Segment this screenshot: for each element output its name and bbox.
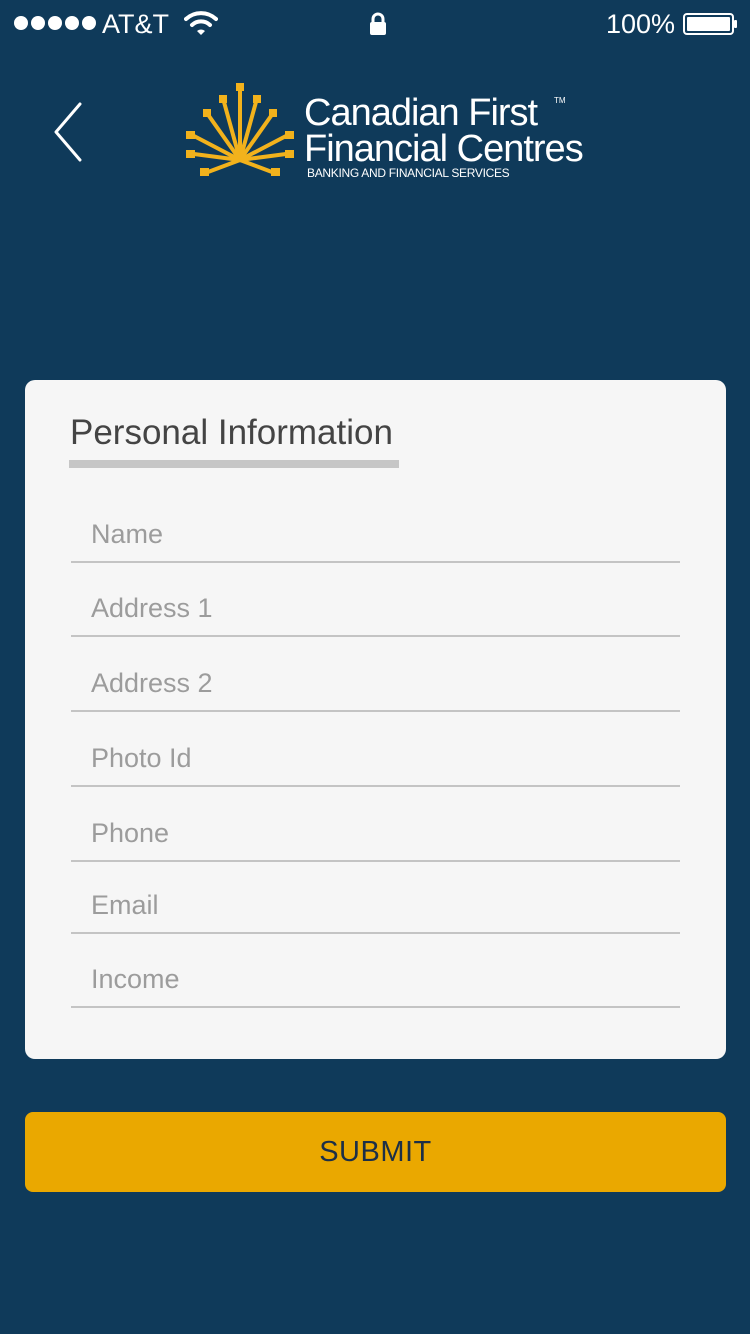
photo-id-field[interactable]: Photo Id	[71, 725, 680, 787]
address-1-placeholder: Address 1	[91, 593, 213, 623]
phone-field[interactable]: Phone	[71, 800, 680, 862]
lock-icon	[370, 12, 386, 35]
address-1-field[interactable]: Address 1	[71, 575, 680, 637]
email-field[interactable]: Email	[71, 872, 680, 934]
address-2-placeholder: Address 2	[91, 668, 213, 698]
income-placeholder: Income	[91, 964, 180, 994]
brand-logo: Canadian First Financial Centres TM BANK…	[182, 80, 584, 184]
personal-information-card: Personal Information Name Address 1 Addr…	[25, 380, 726, 1059]
name-placeholder: Name	[91, 519, 164, 549]
carrier-name: AT&T	[102, 9, 169, 39]
chevron-left-icon	[54, 102, 82, 162]
status-bar: AT&T 100%	[0, 0, 750, 48]
sunburst-logo-icon	[186, 83, 294, 176]
title-underline	[69, 460, 399, 468]
back-button[interactable]	[46, 96, 96, 168]
logo-name-line2: Financial Centres	[304, 128, 584, 170]
email-placeholder: Email	[91, 890, 159, 920]
address-2-field[interactable]: Address 2	[71, 650, 680, 712]
income-field[interactable]: Income	[71, 946, 680, 1008]
photo-id-placeholder: Photo Id	[91, 743, 192, 773]
form-title: Personal Information	[70, 413, 393, 452]
name-field[interactable]: Name	[71, 501, 680, 563]
battery-percentage: 100%	[606, 9, 676, 39]
logo-trademark: TM	[554, 96, 566, 105]
submit-button[interactable]: SUBMIT	[25, 1112, 726, 1192]
wifi-icon	[184, 11, 218, 35]
battery-icon	[683, 13, 737, 35]
phone-placeholder: Phone	[91, 818, 170, 848]
logo-name-line1: Canadian First	[304, 92, 538, 134]
submit-label: SUBMIT	[319, 1135, 432, 1168]
signal-strength-icon	[14, 16, 96, 30]
logo-tagline: BANKING AND FINANCIAL SERVICES	[307, 166, 510, 180]
